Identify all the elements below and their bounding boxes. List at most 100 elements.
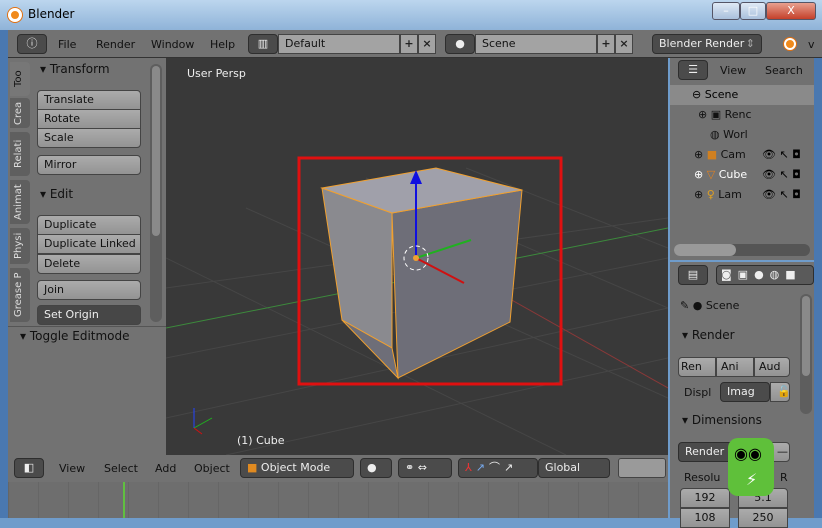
cube-left-face (321, 187, 393, 349)
tool-shelf-scrollbar[interactable] (150, 64, 162, 322)
item-label: Scene (704, 88, 739, 101)
menu-help[interactable]: Help (210, 38, 235, 51)
menu-window[interactable]: Window (151, 38, 194, 51)
add-scene-button[interactable]: + (597, 34, 615, 54)
outliner-item-camera[interactable]: ⊕ ■ Cam 👁 ↖ ◘ (670, 145, 814, 165)
render-image-button[interactable]: Ren (678, 357, 716, 377)
render-engine-label: Blender Render (659, 37, 745, 50)
toggle-editmode-panel[interactable]: ▾ Toggle Editmode (20, 329, 130, 343)
mirror-button[interactable]: Mirror (37, 155, 141, 175)
blender-logo-icon (784, 38, 796, 50)
render-panel-title: Render (691, 328, 735, 342)
visibility-eye-icon[interactable]: 👁 ↖ ◘ (762, 148, 801, 161)
shading-dropdown[interactable]: ● (360, 458, 392, 478)
transform-panel-header[interactable]: ▾ Transform (40, 62, 110, 76)
edit-title: Edit (49, 187, 74, 201)
scale-button[interactable]: Scale (37, 128, 141, 148)
render-animation-button[interactable]: Ani (716, 357, 754, 377)
visibility-eye-icon[interactable]: 👁 ↖ ◘ (762, 168, 801, 181)
outliner-item-lamp[interactable]: ⊕ ♀ Lam 👁 ↖ ◘ (670, 185, 814, 205)
display-label: Displ (684, 386, 712, 399)
render-panel-header[interactable]: ▾ Render (682, 328, 735, 342)
outliner-scrollbar[interactable] (674, 244, 810, 256)
menu-view[interactable]: View (59, 462, 85, 475)
menu-render[interactable]: Render (96, 38, 135, 51)
editor-type-cube-icon[interactable]: ◧ (14, 458, 44, 478)
outliner-menu-search[interactable]: Search (765, 64, 803, 77)
duplicate-button[interactable]: Duplicate (37, 215, 141, 235)
outliner-item-scene[interactable]: ⊖ Scene (670, 85, 814, 105)
dimensions-panel-header[interactable]: ▾ Dimensions (682, 413, 762, 427)
mascot-overlay-icon: ◉◉ ⚡ (728, 438, 774, 496)
properties-editor: ▤ ◙▣●◍■ ✎ ● Scene ▾ Render Ren Ani Aud D… (670, 262, 814, 528)
item-label: Worl (723, 128, 748, 141)
scene-context: ✎ ● Scene (680, 299, 740, 312)
duplicate-linked-button[interactable]: Duplicate Linked (37, 234, 141, 254)
cube-right-face (391, 189, 523, 379)
minimize-button[interactable]: – (712, 2, 740, 20)
viewport-header: ◧ View Select Add Object ■ Object Mode ●… (8, 455, 668, 482)
properties-editor-icon[interactable]: ▤ (678, 265, 708, 285)
mode-dropdown[interactable]: ■ Object Mode (240, 458, 354, 478)
object-label: (1) Cube (237, 434, 285, 447)
translate-button[interactable]: Translate (37, 90, 141, 110)
properties-context-tabs[interactable]: ◙▣●◍■ (716, 265, 814, 285)
scene-field[interactable]: Scene (475, 34, 597, 54)
resolution-x-field[interactable]: 192 (680, 488, 730, 508)
outliner-editor-icon[interactable]: ☰ (678, 60, 708, 80)
version-label: v (808, 38, 815, 51)
delete-button[interactable]: Delete (37, 254, 141, 274)
render-engine-dropdown[interactable]: Blender Render ⇕ (652, 34, 762, 54)
tool-shelf: Too Crea Relati Animat Physi Grease P ▾ … (8, 58, 166, 455)
outliner-item-cube[interactable]: ⊕ ▽ Cube 👁 ↖ ◘ (670, 165, 814, 185)
close-button[interactable]: X (766, 2, 816, 20)
lock-icon[interactable]: 🔓 (770, 382, 791, 402)
title-bar: Blender – □ X (0, 0, 822, 30)
layers-grid[interactable] (618, 458, 666, 478)
outliner-item-world[interactable]: ◍ Worl (670, 125, 814, 145)
window-border (0, 30, 8, 518)
rotate-button[interactable]: Rotate (37, 109, 141, 129)
menu-add[interactable]: Add (155, 462, 176, 475)
tab-relations[interactable]: Relati (10, 132, 30, 176)
menu-object[interactable]: Object (194, 462, 230, 475)
item-label: Renc (724, 108, 752, 121)
tab-grease-pencil[interactable]: Grease P (10, 268, 30, 322)
tab-tools[interactable]: Too (10, 62, 30, 96)
resolution-y-field[interactable]: 108 (680, 508, 730, 528)
menu-file[interactable]: File (58, 38, 76, 51)
layout-field[interactable]: Default (278, 34, 400, 54)
timeline[interactable] (8, 482, 668, 518)
render-audio-button[interactable]: Aud (754, 357, 790, 377)
mode-label: Object Mode (260, 461, 331, 474)
editor-type-info-icon[interactable]: ⓘ (17, 34, 47, 54)
display-dropdown[interactable]: Imag (720, 382, 770, 402)
remove-layout-button[interactable]: × (418, 34, 436, 54)
layout-icon[interactable]: ▥ (248, 34, 278, 54)
remove-scene-button[interactable]: × (615, 34, 633, 54)
set-origin-dropdown[interactable]: Set Origin (37, 305, 141, 325)
add-layout-button[interactable]: + (400, 34, 418, 54)
scene-label: Scene (705, 299, 740, 312)
tab-physics[interactable]: Physi (10, 228, 30, 264)
visibility-eye-icon[interactable]: 👁 ↖ ◘ (762, 188, 801, 201)
outliner-menu-view[interactable]: View (720, 64, 746, 77)
tab-create[interactable]: Crea (10, 98, 30, 128)
resolution-label: Resolu (684, 471, 721, 484)
outliner-item-render[interactable]: ⊕ ▣ Renc (670, 105, 814, 125)
manipulator-buttons[interactable]: ⅄↗⌒↗ (458, 458, 538, 478)
orientation-dropdown[interactable]: Global (538, 458, 610, 478)
menu-select[interactable]: Select (104, 462, 138, 475)
item-label: Cube (718, 168, 748, 181)
scene-icon[interactable]: ● (445, 34, 475, 54)
tab-animation[interactable]: Animat (10, 180, 30, 224)
percent-field[interactable]: 250 (738, 508, 788, 528)
3d-viewport[interactable]: User Persp (1) Cube (166, 58, 668, 455)
properties-scrollbar[interactable] (800, 294, 812, 414)
join-button[interactable]: Join (37, 280, 141, 300)
maximize-button[interactable]: □ (740, 2, 766, 20)
pivot-dropdown[interactable]: ⚭ ⇔ (398, 458, 452, 478)
edit-panel-header[interactable]: ▾ Edit (40, 187, 73, 201)
current-frame-line[interactable] (123, 482, 125, 518)
item-label: Cam (720, 148, 746, 161)
